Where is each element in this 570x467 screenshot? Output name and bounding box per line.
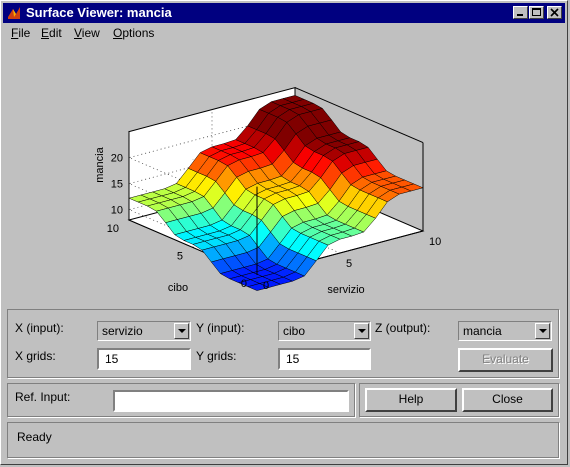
evaluate-button[interactable]: Evaluate — [458, 348, 553, 372]
z-tick-label: 15 — [111, 179, 123, 191]
maximize-button[interactable] — [529, 6, 544, 19]
z-axis-label: mancia — [94, 146, 106, 182]
x-grids-label: X grids: — [15, 349, 56, 363]
status-bar — [7, 422, 560, 459]
ref-input-field[interactable] — [113, 390, 349, 412]
close-button[interactable]: Close — [462, 388, 553, 412]
close-window-button[interactable] — [547, 6, 562, 19]
window-title: Surface Viewer: mancia — [26, 5, 172, 20]
title-bar[interactable]: Surface Viewer: mancia — [3, 3, 565, 23]
minimize-icon — [517, 14, 523, 16]
maximize-icon — [532, 8, 541, 16]
y-axis-label: cibo — [168, 282, 188, 294]
z-tick-label: 20 — [111, 153, 123, 165]
x-input-value: servizio — [102, 324, 143, 338]
surface-plot[interactable]: 20 15 10 0 5 10 10 5 0 mancia cibo servizio — [3, 43, 565, 305]
y-tick-label: 0 — [241, 278, 247, 290]
minimize-button[interactable] — [513, 6, 528, 19]
z-output-label: Z (output): — [375, 321, 431, 335]
chevron-down-icon — [354, 323, 369, 339]
help-button[interactable]: Help — [365, 388, 457, 412]
x-tick-label: 10 — [429, 236, 441, 248]
x-input-select[interactable]: servizio — [97, 321, 191, 341]
surface-plot-canvas[interactable]: 20 15 10 0 5 10 10 5 0 mancia cibo servizio — [3, 43, 565, 305]
chevron-down-icon — [535, 323, 550, 339]
matlab-logo-icon — [6, 5, 22, 21]
x-axis-label: servizio — [327, 284, 364, 296]
x-grids-field[interactable] — [97, 348, 191, 370]
menu-bar: File Edit View Options — [3, 23, 565, 42]
status-text: Ready — [17, 430, 52, 444]
y-grids-field[interactable] — [278, 348, 371, 370]
y-tick-label: 10 — [107, 223, 119, 235]
y-input-label: Y (input): — [196, 321, 245, 335]
x-input-label: X (input): — [15, 321, 64, 335]
menu-view[interactable]: View — [74, 25, 100, 41]
menu-options[interactable]: Options — [113, 25, 154, 41]
y-input-value: cibo — [283, 324, 306, 338]
surface-viewer-window: Surface Viewer: mancia File Edit View Op… — [0, 0, 568, 465]
close-icon — [550, 8, 559, 17]
z-tick-label: 10 — [111, 205, 123, 217]
y-tick-label: 5 — [177, 251, 183, 263]
ref-input-label: Ref. Input: — [15, 390, 71, 404]
y-grids-label: Y grids: — [196, 349, 237, 363]
z-output-select[interactable]: mancia — [458, 321, 552, 341]
x-tick-label: 5 — [346, 258, 352, 270]
z-output-value: mancia — [463, 324, 502, 338]
menu-edit[interactable]: Edit — [41, 25, 62, 41]
y-input-select[interactable]: cibo — [278, 321, 371, 341]
x-tick-label: 0 — [263, 280, 269, 292]
chevron-down-icon — [174, 323, 189, 339]
menu-file[interactable]: File — [11, 25, 30, 41]
